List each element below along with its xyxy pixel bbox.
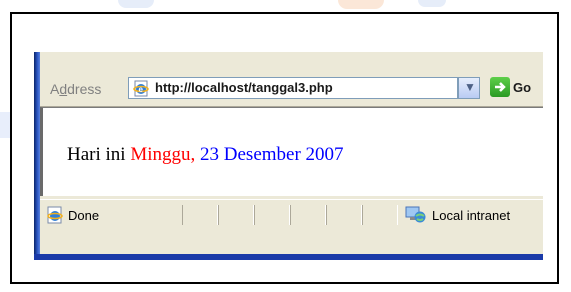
toolbar-strip bbox=[40, 52, 543, 73]
address-url: http://localhost/tanggal3.php bbox=[155, 80, 333, 95]
address-label: Address bbox=[50, 81, 102, 97]
date-prefix: Hari ini bbox=[67, 144, 131, 165]
zone-text: Local intranet bbox=[432, 208, 511, 223]
status-panel bbox=[362, 205, 398, 225]
page-content: Hari ini Minggu, 23 Desember 2007 bbox=[40, 107, 543, 196]
status-panel bbox=[326, 205, 362, 225]
go-arrow-icon bbox=[495, 82, 506, 92]
status-panel bbox=[290, 205, 326, 225]
go-button[interactable] bbox=[490, 77, 510, 97]
browser-window: Address e http://localhost/tanggal3.php … bbox=[34, 52, 543, 260]
svg-text:e: e bbox=[139, 85, 144, 94]
status-panel bbox=[182, 205, 218, 225]
go-label[interactable]: Go bbox=[513, 80, 531, 95]
status-panel bbox=[254, 205, 290, 225]
ie-done-icon bbox=[47, 206, 63, 224]
status-text: Done bbox=[68, 208, 100, 223]
watermark-top bbox=[88, 0, 508, 10]
status-panel bbox=[218, 205, 254, 225]
address-input[interactable]: e http://localhost/tanggal3.php bbox=[128, 77, 458, 99]
date-line: Hari ini Minggu, 23 Desember 2007 bbox=[67, 144, 344, 166]
local-intranet-icon bbox=[405, 206, 426, 223]
date-value: 23 Desember 2007 bbox=[195, 144, 344, 165]
day-name: Minggu, bbox=[130, 144, 196, 165]
address-dropdown-button[interactable]: ▼ bbox=[458, 77, 480, 99]
window-border-bottom bbox=[34, 254, 543, 260]
dropdown-arrow-icon: ▼ bbox=[464, 80, 476, 94]
ie-page-icon: e bbox=[133, 80, 149, 97]
status-bar: Done Local intranet bbox=[40, 199, 543, 230]
address-bar: Address e http://localhost/tanggal3.php … bbox=[40, 72, 543, 107]
